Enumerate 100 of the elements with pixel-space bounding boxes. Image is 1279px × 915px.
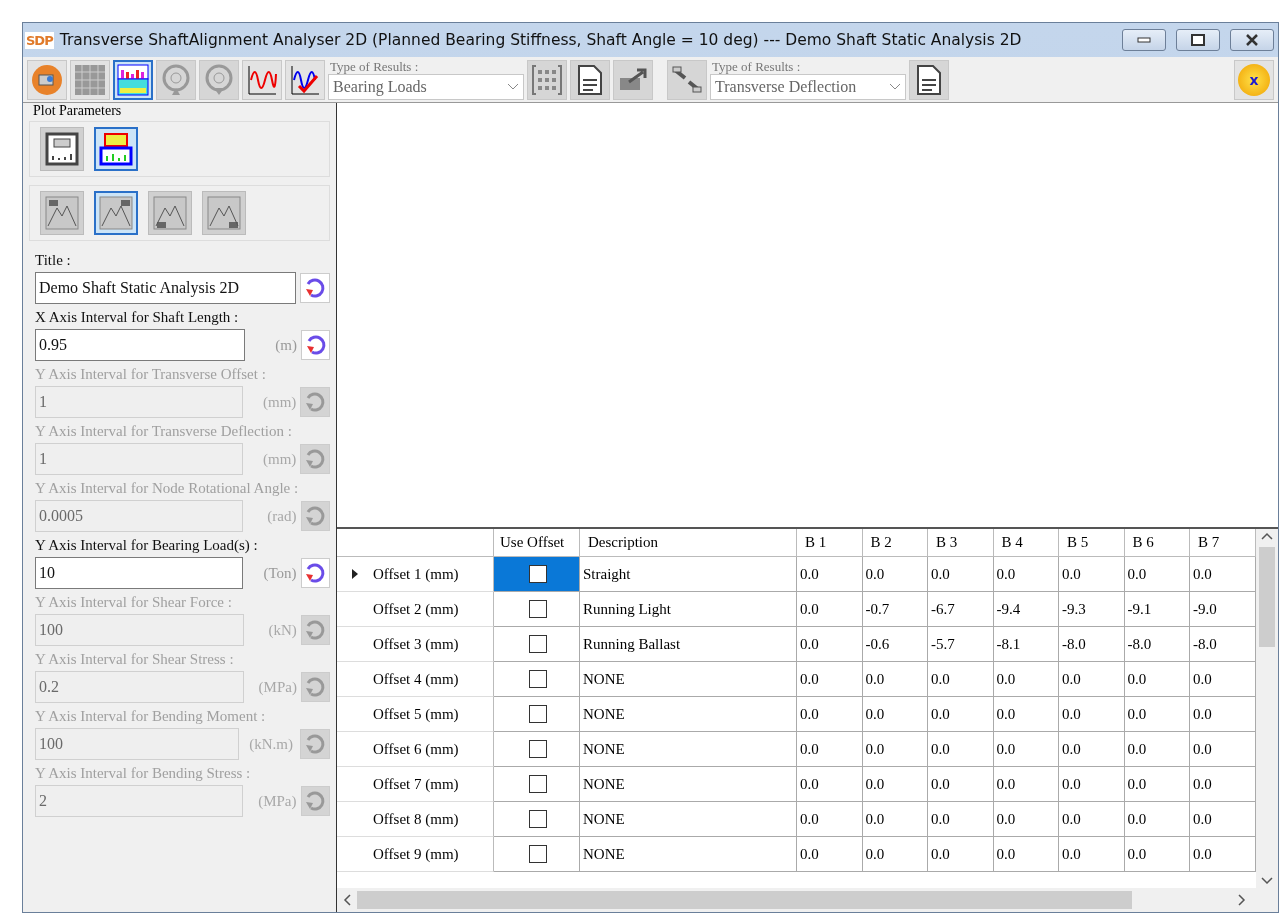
table-cell: NONE — [580, 662, 797, 697]
table-cell: -0.6 — [862, 627, 928, 662]
table-cell: 0.0 — [1190, 837, 1256, 872]
checkbox-cell[interactable] — [494, 732, 580, 767]
table-cell: 0.0 — [1059, 837, 1125, 872]
checkbox[interactable] — [529, 670, 547, 688]
checkbox[interactable] — [529, 635, 547, 653]
table-cell: 0.0 — [1124, 557, 1190, 592]
refresh-icon — [304, 619, 327, 641]
results-type-dropdown[interactable]: Transverse Deflection — [710, 73, 906, 100]
checkbox[interactable] — [529, 775, 547, 793]
bearing-icon — [161, 63, 191, 96]
table-cell: 0.0 — [1190, 802, 1256, 837]
legend-position-button[interactable] — [94, 191, 138, 235]
camera-button[interactable] — [27, 59, 67, 100]
refresh-button[interactable] — [301, 330, 330, 360]
wave-check-icon — [289, 63, 321, 96]
refresh-button[interactable] — [300, 273, 330, 303]
row-label: Offset 1 (mm) — [373, 565, 459, 583]
row-label: Offset 3 (mm) — [373, 635, 459, 653]
vertical-scrollbar[interactable] — [1256, 529, 1278, 888]
checkbox-cell[interactable] — [494, 837, 580, 872]
refresh-icon — [304, 277, 327, 299]
checkbox[interactable] — [529, 565, 547, 583]
results-type-dropdown[interactable]: Bearing Loads — [328, 73, 524, 100]
table-cell: 0.0 — [1059, 732, 1125, 767]
export-button[interactable] — [613, 59, 653, 100]
minimize-button[interactable] — [1122, 29, 1166, 51]
table-cell: 0.0 — [993, 662, 1059, 697]
legend-position-button[interactable] — [148, 191, 192, 235]
unit-label: (m) — [274, 336, 297, 354]
field-label: Y Axis Interval for Shear Stress : — [35, 650, 235, 668]
exit-button[interactable]: x — [1234, 59, 1274, 100]
table-cell: -0.7 — [862, 592, 928, 627]
document-icon — [577, 63, 603, 96]
table-cell: 0.0 — [797, 592, 863, 627]
table-cell: 0.0 — [1124, 662, 1190, 697]
scrollbar-thumb[interactable] — [357, 891, 1132, 909]
field-label: Title : — [35, 251, 72, 269]
field-label: Y Axis Interval for Node Rotational Angle : — [35, 479, 300, 497]
table-cell: 0.0 — [993, 802, 1059, 837]
wave-check-button[interactable] — [285, 59, 325, 100]
row-label: Offset 5 (mm) — [373, 705, 459, 723]
checkbox[interactable] — [529, 845, 547, 863]
chart-view-button[interactable] — [113, 59, 153, 100]
close-button[interactable] — [1230, 29, 1274, 51]
layout-button[interactable] — [94, 127, 138, 171]
tools-button[interactable] — [667, 59, 707, 100]
table-cell: 0.0 — [1190, 767, 1256, 802]
field-label: Y Axis Interval for Bending Stress : — [35, 764, 252, 782]
close-icon — [1245, 34, 1259, 46]
unit-label: (rad) — [266, 507, 297, 525]
layout-button[interactable] — [40, 127, 84, 171]
scrollbar-thumb[interactable] — [1259, 547, 1275, 647]
input-field[interactable]: 10 — [35, 557, 244, 589]
document-button[interactable] — [909, 59, 949, 100]
field-label: Y Axis Interval for Transverse Offset : — [35, 365, 267, 383]
group-title: Plot Parameters — [32, 103, 123, 119]
table-cell: 0.0 — [862, 697, 928, 732]
table-cell: -6.7 — [928, 592, 994, 627]
wave-plot-button[interactable] — [242, 59, 282, 100]
unit-label: (MPa) — [257, 678, 297, 696]
refresh-icon — [304, 505, 327, 527]
bar-chart-table-icon — [117, 63, 149, 96]
input-field[interactable]: 0.95 — [35, 329, 245, 361]
checkbox-cell[interactable] — [494, 627, 580, 662]
matrix-button[interactable] — [527, 59, 567, 100]
document-button[interactable] — [570, 59, 610, 100]
table-cell: NONE — [580, 767, 797, 802]
chevron-right-icon — [1236, 893, 1248, 907]
table-cell: 0.0 — [1059, 557, 1125, 592]
table-cell: -8.0 — [1059, 627, 1125, 662]
maximize-button[interactable] — [1176, 29, 1220, 51]
legend-position-button[interactable] — [202, 191, 246, 235]
checkbox[interactable] — [529, 705, 547, 723]
table-cell: 0.0 — [862, 837, 928, 872]
document-icon — [916, 63, 942, 96]
checkbox-cell[interactable] — [494, 802, 580, 837]
checkbox[interactable] — [529, 600, 547, 618]
table-cell: NONE — [580, 802, 797, 837]
input-field[interactable]: Demo Shaft Static Analysis 2D — [35, 272, 297, 304]
checkbox[interactable] — [529, 810, 547, 828]
checkbox-cell[interactable] — [494, 662, 580, 697]
horizontal-scrollbar[interactable] — [337, 888, 1278, 912]
app-logo: SDP — [25, 31, 54, 49]
table-cell: 0.0 — [1059, 802, 1125, 837]
checkbox-cell[interactable] — [494, 697, 580, 732]
table-cell: 0.0 — [797, 627, 863, 662]
refresh-icon — [304, 733, 326, 755]
table-cell: 0.0 — [928, 837, 994, 872]
checkbox-cell[interactable] — [494, 557, 580, 592]
checkbox-cell[interactable] — [494, 767, 580, 802]
checkbox[interactable] — [529, 740, 547, 758]
legend-position-button[interactable] — [40, 191, 84, 235]
refresh-icon — [304, 562, 327, 584]
table-cell: 0.0 — [862, 557, 928, 592]
checkbox-cell[interactable] — [494, 592, 580, 627]
wave-plot-icon — [246, 63, 278, 96]
refresh-button[interactable] — [300, 558, 330, 588]
table-cell: 0.0 — [928, 767, 994, 802]
